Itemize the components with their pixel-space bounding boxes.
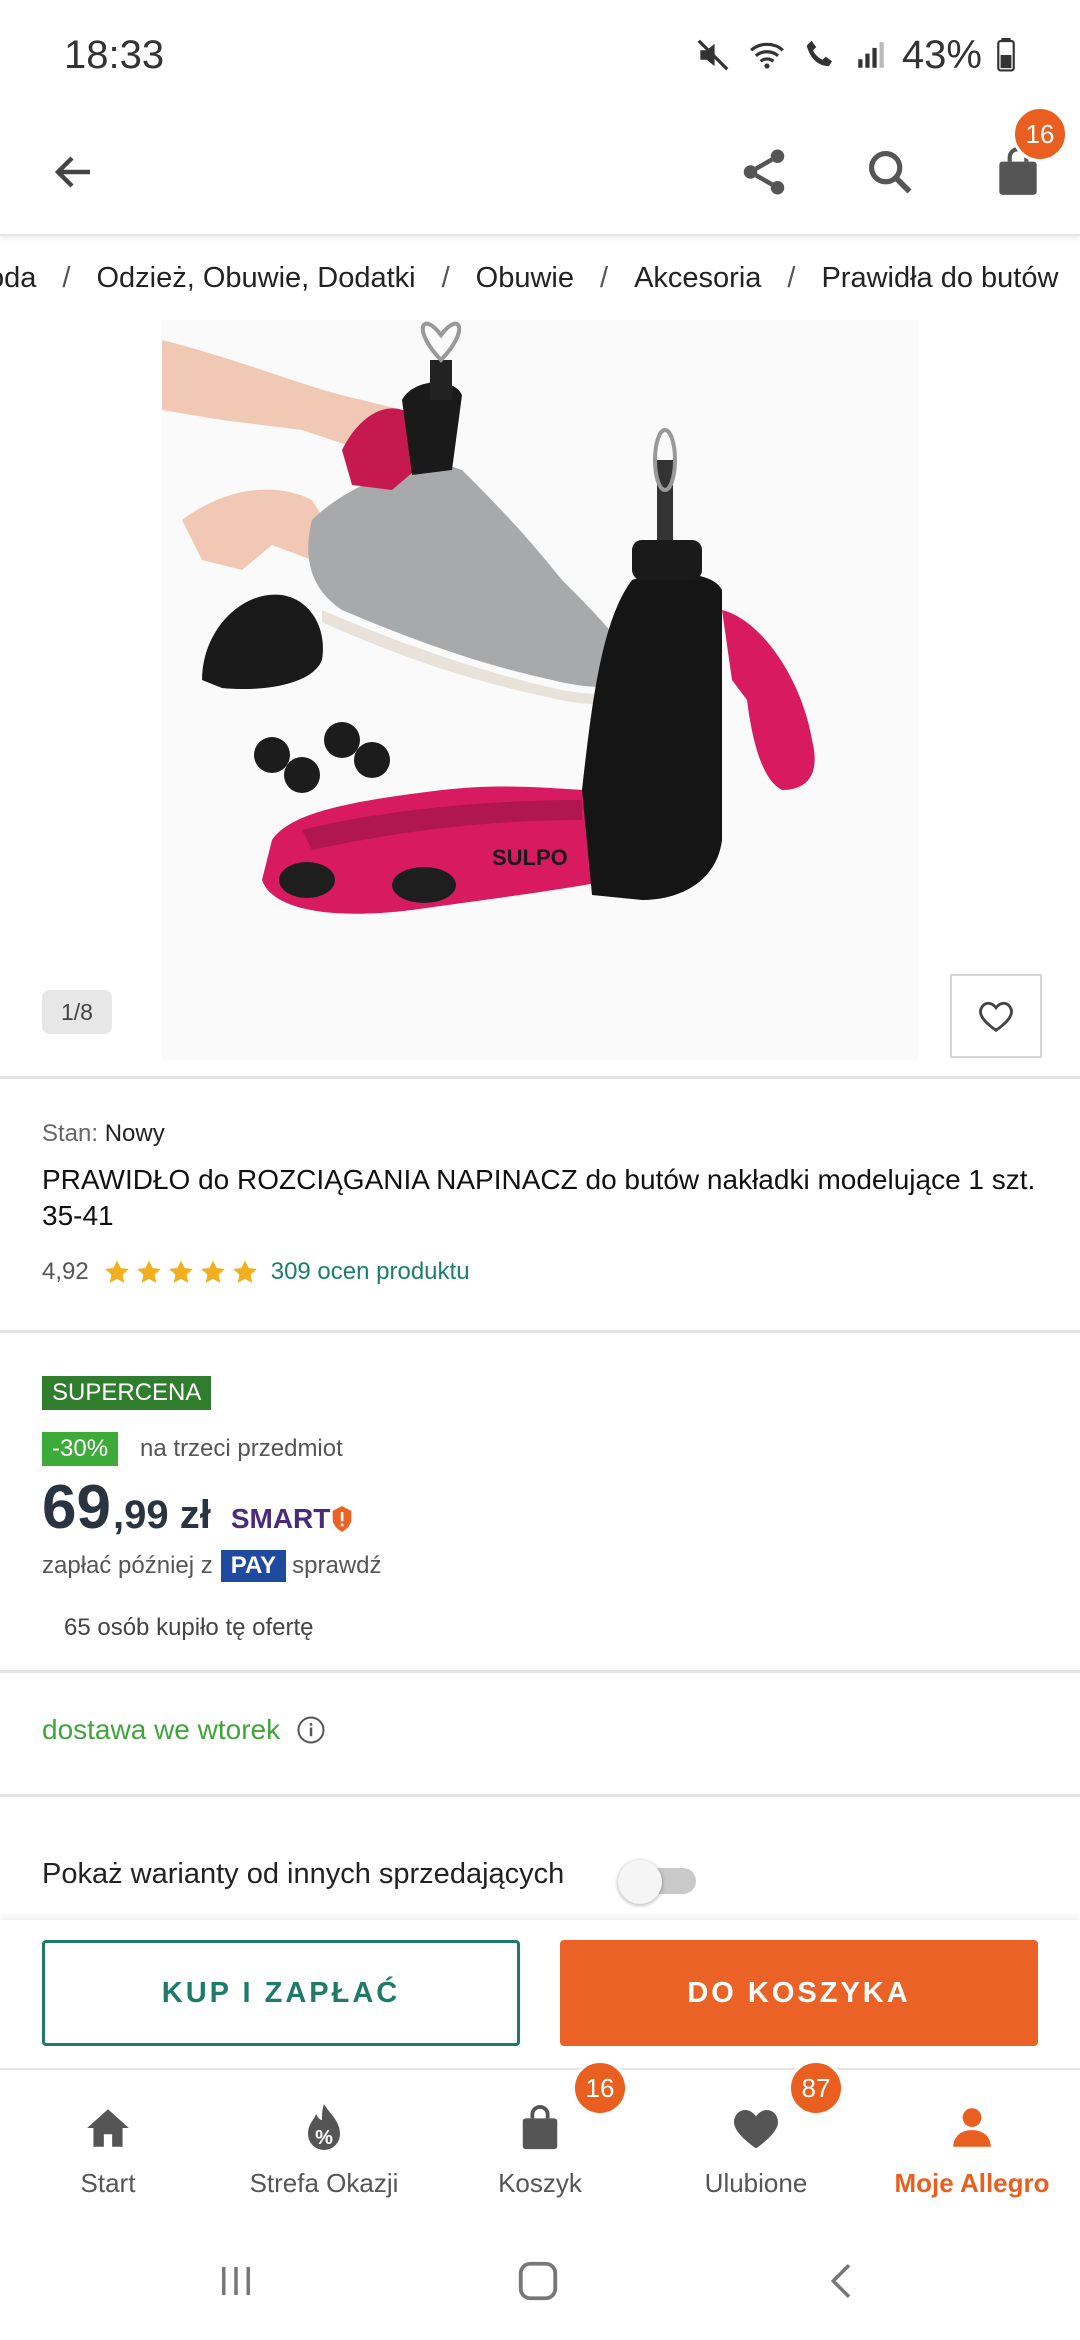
recent-apps-icon [222, 2267, 250, 2295]
cart-count-badge: 16 [572, 2060, 628, 2116]
shopping-bag-icon [522, 2105, 558, 2150]
discount-badge: -30% [42, 1432, 119, 1466]
app-bar [0, 110, 1080, 236]
breadcrumb-separator: / [787, 262, 796, 294]
back-button[interactable] [34, 132, 114, 212]
pay-later-row[interactable]: zapłać później z PAY sprawdź [42, 1550, 382, 1582]
price: 69 ,99 zł SMART [42, 1472, 354, 1543]
home-square-icon [518, 2261, 558, 2301]
bottom-nav: Start % Strefa Okazji Koszyk 16 Ulubione… [0, 2060, 1080, 2222]
heart-icon [734, 2110, 778, 2149]
brand-text: SULPO [492, 845, 568, 870]
chevron-left-icon [830, 2264, 851, 2298]
rating-count-link[interactable]: 309 ocen produktu [271, 1258, 470, 1286]
smart-shield-icon [333, 1506, 352, 1532]
home-button[interactable] [498, 2246, 578, 2316]
favorites-count-badge: 87 [788, 2060, 844, 2116]
breadcrumb-item-accessories[interactable]: Akcesoria [634, 262, 761, 295]
bought-count: 65 osób kupiło tę ofertę [64, 1614, 314, 1641]
divider [0, 1794, 1080, 1797]
system-nav [0, 2222, 1080, 2340]
share-button[interactable] [724, 132, 804, 212]
battery-icon [996, 38, 1016, 72]
wifi-call-icon [802, 36, 840, 74]
search-button[interactable] [850, 132, 930, 212]
nav-label: Ulubione [704, 2168, 808, 2198]
battery-text: 43% [901, 32, 982, 77]
cart-badge: 16 [1012, 106, 1068, 162]
status-bar: 18:33 43% [0, 0, 1080, 110]
divider [0, 1670, 1080, 1673]
signal-icon [854, 38, 888, 72]
add-to-cart-button[interactable]: DO KOSZYKA [560, 1940, 1038, 2046]
star-icon [104, 1260, 129, 1283]
share-icon [743, 149, 785, 195]
action-bar: KUP I ZAPŁAĆ DO KOSZYKA [0, 1920, 1080, 2070]
star-icon [200, 1260, 225, 1283]
breadcrumb: oda / Odzież, Obuwie, Dodatki / Obuwie /… [0, 250, 1080, 310]
back-arrow-icon [54, 156, 90, 188]
nav-item-my-allegro[interactable]: Moje Allegro [864, 2072, 1080, 2222]
nav-label: Moje Allegro [894, 2168, 1050, 2198]
info-icon[interactable] [296, 1715, 326, 1745]
status-icons: 43% [694, 33, 1016, 78]
condition: Stan: Nowy [42, 1120, 165, 1148]
nav-label: Start [80, 2168, 136, 2198]
toggle-knob [618, 1860, 662, 1904]
nav-label: Koszyk [498, 2168, 582, 2198]
divider [0, 1076, 1080, 1079]
system-back-button[interactable] [802, 2246, 882, 2316]
star-icon [232, 1260, 257, 1283]
search-icon [868, 150, 912, 194]
mute-icon [694, 36, 732, 74]
rating-stars [103, 1258, 259, 1286]
condition-value: Nowy [104, 1120, 165, 1147]
nav-item-cart[interactable]: Koszyk 16 [432, 2060, 648, 2222]
wifi-icon [746, 36, 788, 74]
favorite-button[interactable] [950, 974, 1042, 1058]
divider [0, 1330, 1080, 1333]
breadcrumb-item-footwear[interactable]: Obuwie [476, 262, 574, 295]
smart-label: SMART [230, 1503, 331, 1534]
svg-text:%: % [315, 2127, 333, 2149]
breadcrumb-separator: / [600, 262, 609, 294]
nav-item-favorites[interactable]: Ulubione 87 [648, 2060, 864, 2222]
status-time: 18:33 [64, 32, 165, 77]
price-main: 69 [42, 1473, 111, 1542]
nav-label: Strefa Okazji [249, 2168, 399, 2198]
pay-later-check[interactable]: sprawdź [292, 1552, 381, 1580]
user-icon [953, 2108, 991, 2147]
rating-value: 4,92 [42, 1258, 89, 1285]
home-icon [87, 2109, 129, 2147]
delivery-text: dostawa we wtorek [42, 1714, 281, 1745]
product-title: PRAWIDŁO do ROZCIĄGANIA NAPINACZ do butó… [42, 1164, 1036, 1231]
breadcrumb-separator: / [441, 262, 450, 294]
variants-label: Pokaż warianty od innych sprzedających [42, 1858, 565, 1890]
gallery-counter: 1/8 [42, 990, 112, 1034]
star-icon [136, 1260, 161, 1283]
deals-icon: % [308, 2104, 340, 2150]
nav-item-deals[interactable]: % Strefa Okazji [216, 2072, 432, 2222]
heart-outline-icon [979, 1001, 1013, 1032]
breadcrumb-item-clothing[interactable]: Odzież, Obuwie, Dodatki [96, 262, 415, 295]
smart-logo: SMART [231, 1503, 355, 1535]
delivery-info[interactable]: dostawa we wtorek [42, 1714, 326, 1746]
breadcrumb-separator: / [62, 262, 71, 294]
nav-item-start[interactable]: Start [0, 2072, 216, 2222]
buy-now-button[interactable]: KUP I ZAPŁAĆ [42, 1940, 520, 2046]
variants-toggle[interactable] [618, 1858, 698, 1904]
star-icon [168, 1260, 193, 1283]
product-image[interactable]: SULPO [162, 320, 918, 1060]
rating-row[interactable]: 4,92 309 ocen produktu [42, 1258, 470, 1286]
breadcrumb-item-moda[interactable]: oda [0, 262, 36, 295]
recent-apps-button[interactable] [196, 2246, 276, 2316]
condition-label: Stan: [42, 1120, 99, 1147]
supercena-badge: SUPERCENA [42, 1376, 212, 1410]
price-rest: ,99 zł [112, 1493, 211, 1537]
pay-badge: PAY [220, 1550, 287, 1582]
discount-note: na trzeci przedmiot [140, 1435, 343, 1462]
pay-later-prefix: zapłać później z [42, 1552, 213, 1579]
breadcrumb-item-shoe-trees[interactable]: Prawidła do butów [821, 262, 1058, 295]
discount-row: -30% na trzeci przedmiot [42, 1432, 343, 1466]
